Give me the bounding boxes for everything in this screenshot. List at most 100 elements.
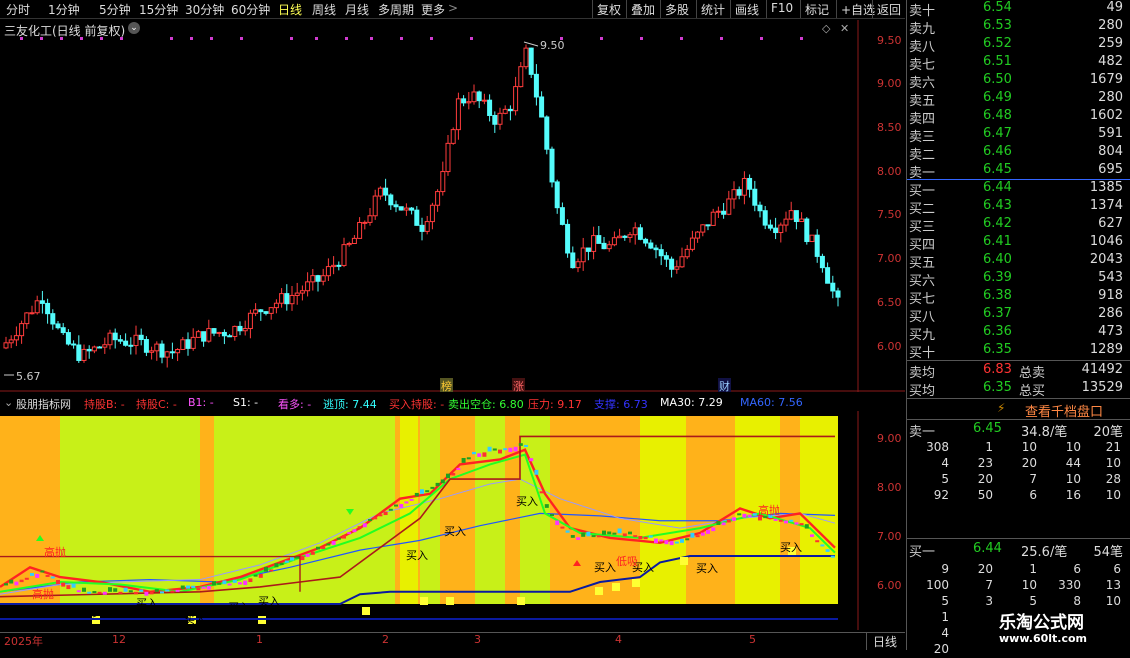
ask-level-row[interactable]: 卖六 6.50 1679 bbox=[907, 72, 1130, 91]
fuquan-button[interactable]: 复权 bbox=[592, 0, 625, 18]
period-tab-weekly[interactable]: 周线 bbox=[312, 1, 336, 18]
legend-item-7: 卖出空仓: 6.80 bbox=[448, 398, 524, 411]
order-queue-cell: 13 bbox=[1105, 578, 1121, 592]
sell-high-label: 高抛 bbox=[44, 546, 66, 559]
candle-body bbox=[117, 339, 123, 342]
indicator-candle bbox=[373, 517, 378, 520]
ask-level-row[interactable]: 卖五 6.49 280 bbox=[907, 90, 1130, 109]
candle-body bbox=[65, 332, 71, 345]
draw-line-button[interactable]: 画线 bbox=[730, 0, 763, 18]
candle-body bbox=[663, 255, 669, 260]
candle-body bbox=[835, 290, 841, 298]
bid-level-row[interactable]: 买八 6.37 286 bbox=[907, 306, 1130, 325]
ask-level-row[interactable]: 卖三 6.47 591 bbox=[907, 126, 1130, 145]
thousand-level-bar[interactable]: ⚡ 查看千档盘口 bbox=[907, 398, 1130, 420]
buy-one-count: 54笔 bbox=[1093, 545, 1123, 560]
period-tab-1min[interactable]: 1分钟 bbox=[48, 1, 80, 18]
period-tab-30min[interactable]: 30分钟 bbox=[185, 1, 224, 18]
bid-level-row[interactable]: 买五 6.40 2043 bbox=[907, 252, 1130, 271]
indicator-candle bbox=[71, 583, 76, 588]
period-indicator[interactable]: 日线 bbox=[866, 633, 897, 650]
candle-body bbox=[336, 264, 342, 267]
bid-level-row[interactable]: 买六 6.39 543 bbox=[907, 270, 1130, 289]
event-tag-zhang[interactable]: 涨 bbox=[512, 378, 525, 393]
ask-level-row[interactable]: 卖八 6.52 259 bbox=[907, 36, 1130, 55]
indicator-candle bbox=[284, 560, 289, 563]
event-tag-bang[interactable]: 榜 bbox=[440, 378, 453, 393]
indicator-chevron-icon[interactable]: ⌄ bbox=[4, 396, 13, 409]
order-queue-cell: 9 bbox=[941, 562, 949, 576]
bid-level-row[interactable]: 买一 6.44 1385 bbox=[907, 180, 1130, 199]
bid-level-row[interactable]: 买三 6.42 627 bbox=[907, 216, 1130, 235]
candle-body bbox=[341, 244, 347, 266]
stats-button[interactable]: 统计 bbox=[696, 0, 729, 18]
main-price-chart[interactable]: 三友化工(日线 前复权) ⌄ ◇ ✕ 9.50 9.00 8.50 8.00 7… bbox=[0, 20, 905, 393]
ask-level-row[interactable]: 卖七 6.51 482 bbox=[907, 54, 1130, 73]
signal-square bbox=[612, 583, 620, 591]
indicator-pane[interactable]: ⌄ 股朋指标网 持股B: - 持股C: - B1: - S1: - 看多: - 逃顶: 7… bbox=[0, 395, 905, 630]
order-queue-cell: 1 bbox=[985, 440, 993, 454]
back-button[interactable]: 返回 bbox=[872, 0, 905, 18]
bid-level-row[interactable]: 买四 6.41 1046 bbox=[907, 234, 1130, 253]
period-tab-intraday[interactable]: 分时 bbox=[6, 1, 30, 18]
candle-body bbox=[658, 249, 664, 257]
price-tick-7-00: 7.00 bbox=[877, 252, 902, 265]
period-tab-5min[interactable]: 5分钟 bbox=[99, 1, 131, 18]
period-tab-60min[interactable]: 60分钟 bbox=[231, 1, 270, 18]
indicator-candle bbox=[295, 556, 300, 559]
indicator-candle bbox=[35, 573, 40, 578]
period-tab-15min[interactable]: 15分钟 bbox=[139, 1, 178, 18]
candle-body bbox=[429, 204, 435, 223]
ask-level-row[interactable]: 卖四 6.48 1602 bbox=[907, 108, 1130, 127]
multi-stock-button[interactable]: 多股 bbox=[660, 0, 693, 18]
indicator-candle bbox=[815, 540, 820, 543]
period-tab-daily[interactable]: 日线 bbox=[278, 1, 302, 18]
order-queue-cell: 20 bbox=[1021, 456, 1037, 470]
period-tab-monthly[interactable]: 月线 bbox=[345, 1, 369, 18]
legend-item-9: 支撑: 6.73 bbox=[594, 398, 648, 411]
more-arrow-icon[interactable]: > bbox=[448, 1, 458, 15]
ask-level-price: 6.45 bbox=[983, 162, 1012, 177]
ind-tick-8-00: 8.00 bbox=[877, 481, 902, 494]
avg-bid-label: 买均 bbox=[909, 384, 936, 399]
candle-body bbox=[175, 348, 181, 354]
time-label-4: 4 bbox=[615, 633, 622, 646]
indicator-candle bbox=[711, 527, 716, 532]
period-tab-more[interactable]: 更多 bbox=[421, 1, 445, 18]
indicator-candle bbox=[804, 524, 809, 529]
candle-body bbox=[492, 114, 498, 125]
low-price-label: 5.67 bbox=[16, 370, 41, 383]
mark-button[interactable]: 标记 bbox=[800, 0, 833, 18]
view-thousand-link[interactable]: 查看千档盘口 bbox=[1025, 401, 1103, 420]
bid-level-row[interactable]: 买七 6.38 918 bbox=[907, 288, 1130, 307]
ind-tick-7-00: 7.00 bbox=[877, 530, 902, 543]
bid-level-label: 买十 bbox=[909, 346, 936, 361]
ask-level-row[interactable]: 卖二 6.46 804 bbox=[907, 144, 1130, 163]
candle-body bbox=[617, 235, 623, 239]
bid-level-row[interactable]: 买十 6.35 1289 bbox=[907, 342, 1130, 361]
candle-body bbox=[388, 194, 394, 206]
bid-level-row[interactable]: 买九 6.36 473 bbox=[907, 324, 1130, 343]
indicator-candle bbox=[24, 577, 29, 580]
ask-level-row[interactable]: 卖一 6.45 695 bbox=[907, 162, 1130, 181]
candle-body bbox=[305, 281, 311, 292]
candle-body bbox=[34, 300, 40, 314]
bid-level-row[interactable]: 买二 6.43 1374 bbox=[907, 198, 1130, 217]
indicator-candle bbox=[362, 523, 367, 528]
bid-level-vol: 627 bbox=[1098, 216, 1123, 231]
indicator-candle bbox=[446, 473, 450, 479]
avg-ask-label: 卖均 bbox=[909, 366, 936, 381]
signal-square bbox=[446, 597, 454, 605]
order-queue-cell: 100 bbox=[926, 578, 949, 592]
ask-level-row[interactable]: 卖九 6.53 280 bbox=[907, 18, 1130, 37]
period-tab-multi[interactable]: 多周期 bbox=[378, 1, 414, 18]
indicator-candle bbox=[165, 589, 170, 592]
bid-level-vol: 543 bbox=[1098, 270, 1123, 285]
overlay-button[interactable]: 叠加 bbox=[626, 0, 659, 18]
f10-button[interactable]: F10 bbox=[766, 0, 797, 18]
ask-level-row[interactable]: 卖十 6.54 49 bbox=[907, 0, 1130, 19]
event-tag-cai[interactable]: 财 bbox=[718, 378, 731, 393]
candle-body bbox=[559, 207, 565, 225]
time-label-3: 3 bbox=[474, 633, 481, 646]
indicator-candle bbox=[175, 589, 180, 592]
